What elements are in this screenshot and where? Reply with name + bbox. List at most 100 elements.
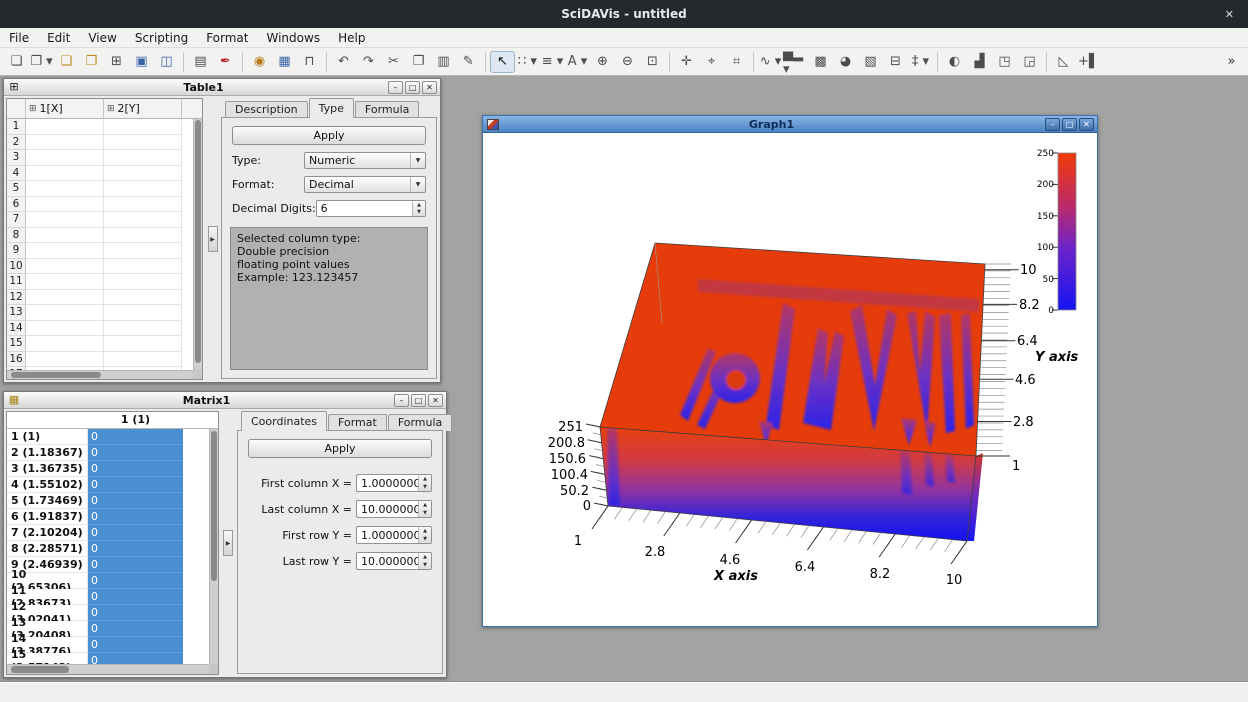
plot-line-icon[interactable]: ∿ ▾ [758, 51, 783, 73]
select-lines-icon[interactable]: ≡ ▾ [540, 51, 565, 73]
tab-description[interactable]: Description [225, 101, 308, 118]
append-project-icon[interactable]: ❒ [79, 51, 104, 73]
table1-titlebar[interactable]: ⊞ Table1 – □ ✕ [4, 79, 440, 96]
cell[interactable] [26, 119, 104, 135]
matrix-cell-selected[interactable]: 0 [88, 637, 183, 653]
menu-item[interactable]: View [79, 28, 125, 48]
tab-format[interactable]: Format [328, 414, 387, 431]
print-icon[interactable]: ▤ [188, 51, 213, 73]
cell[interactable] [104, 305, 182, 321]
pointer-icon[interactable]: ↖ [490, 51, 515, 73]
cell[interactable] [26, 274, 104, 290]
scrollbar-thumb[interactable] [211, 431, 217, 581]
draw-grid-icon[interactable]: ⌗ [724, 51, 749, 73]
tab-formula[interactable]: Formula [355, 101, 419, 118]
spin-up-button[interactable]: ▲ [419, 501, 431, 509]
scrollbar-thumb[interactable] [11, 666, 69, 673]
row-number[interactable]: 3 [7, 150, 26, 166]
save-project-icon[interactable]: ▣ [129, 51, 154, 73]
row-number[interactable]: 4 [7, 166, 26, 182]
matrix1-minimize-button[interactable]: – [394, 394, 409, 407]
coordinate-stepper[interactable]: 10.0000000 ▲ ▼ [356, 552, 432, 570]
table1-close-button[interactable]: ✕ [422, 81, 437, 94]
cell[interactable] [104, 212, 182, 228]
matrix-cell-selected[interactable]: 0 [88, 445, 183, 461]
app-titlebar[interactable]: SciDAVis - untitled ✕ [0, 0, 1248, 28]
cell[interactable] [104, 150, 182, 166]
splitter-collapse-button[interactable]: ▶ [223, 530, 233, 556]
matrix-row-header[interactable]: 8 (2.28571) [7, 541, 88, 557]
plot-image-icon[interactable]: ▩ [808, 51, 833, 73]
import-ascii-icon[interactable]: ⊞ [104, 51, 129, 73]
menu-item[interactable]: File [0, 28, 38, 48]
menu-item[interactable]: Scripting [126, 28, 197, 48]
matrix-row-header[interactable]: 4 (1.55102) [7, 477, 88, 493]
matrix-row-header[interactable]: 1 (1) [7, 429, 88, 445]
menu-item[interactable]: Windows [258, 28, 330, 48]
open-project-icon[interactable]: ❑ [54, 51, 79, 73]
matrix-cell-selected[interactable]: 0 [88, 605, 183, 621]
select-columns-icon[interactable]: ◺ [1051, 51, 1076, 73]
scrollbar-thumb[interactable] [195, 120, 201, 363]
select-data-range-icon[interactable]: ∷ ▾ [515, 51, 540, 73]
cell[interactable] [26, 181, 104, 197]
plot-3d-surface-icon[interactable]: ◐ [942, 51, 967, 73]
matrix-cell-selected[interactable]: 0 [88, 541, 183, 557]
tab-type[interactable]: Type [309, 98, 354, 118]
table1-minimize-button[interactable]: – [388, 81, 403, 94]
matrix-cell-selected[interactable]: 0 [88, 461, 183, 477]
cell[interactable] [26, 336, 104, 352]
matrix-cell-selected[interactable]: 0 [88, 621, 183, 637]
table1-maximize-button[interactable]: □ [405, 81, 420, 94]
save-project-as-icon[interactable]: ◫ [154, 51, 179, 73]
cell[interactable] [26, 352, 104, 368]
graph1-minimize-button[interactable]: – [1045, 118, 1060, 131]
paste-icon[interactable]: ▥ [431, 51, 456, 73]
matrix1-vertical-scrollbar[interactable] [209, 429, 218, 664]
row-number[interactable]: 2 [7, 135, 26, 151]
matrix1-titlebar[interactable]: ▦ Matrix1 – □ ✕ [4, 392, 446, 409]
plot-3d-ribbon-icon[interactable]: ▟ [967, 51, 992, 73]
cell[interactable] [104, 290, 182, 306]
coordinate-stepper[interactable]: 1.00000000 ▲ ▼ [356, 526, 432, 544]
plot-3d-trajectory-icon[interactable]: ◲ [1017, 51, 1042, 73]
matrix-row-header[interactable]: 6 (1.91837) [7, 509, 88, 525]
format-select[interactable]: Decimal ▼ [304, 176, 426, 193]
matrix1-grid[interactable]: 1 (1) 1 (1) 0 2 (1.18367) 0 [6, 411, 219, 675]
row-number[interactable]: 1 [7, 119, 26, 135]
row-number[interactable]: 13 [7, 305, 26, 321]
matrix-cell-selected[interactable]: 0 [88, 509, 183, 525]
matrix-cell-selected[interactable]: 0 [88, 557, 183, 573]
redo-icon[interactable]: ↷ [356, 51, 381, 73]
plot-bars-icon[interactable]: ▅▂ ▾ [783, 51, 808, 73]
cell[interactable] [104, 228, 182, 244]
cell[interactable] [26, 197, 104, 213]
matrix-cell-selected[interactable]: 0 [88, 477, 183, 493]
cell[interactable] [104, 181, 182, 197]
spin-down-button[interactable]: ▼ [413, 209, 425, 217]
cell[interactable] [26, 290, 104, 306]
matrix1-maximize-button[interactable]: □ [411, 394, 426, 407]
plot-3d-bars-icon[interactable]: ▧ [858, 51, 883, 73]
matrix-row-header[interactable]: 2 (1.18367) [7, 445, 88, 461]
apply-button[interactable]: Apply [248, 439, 432, 458]
matrix-cell-selected[interactable]: 0 [88, 429, 183, 445]
row-number[interactable]: 8 [7, 228, 26, 244]
cell[interactable] [104, 197, 182, 213]
menu-item[interactable]: Help [329, 28, 374, 48]
cell[interactable] [104, 243, 182, 259]
cell[interactable] [26, 150, 104, 166]
decimal-digits-stepper[interactable]: 6 ▲ ▼ [316, 200, 426, 217]
cell[interactable] [26, 135, 104, 151]
table1-vertical-scrollbar[interactable] [193, 119, 202, 370]
row-number[interactable]: 7 [7, 212, 26, 228]
tab-formula[interactable]: Formula [388, 414, 452, 431]
graph1-close-button[interactable]: ✕ [1079, 118, 1094, 131]
matrix-cell-selected[interactable]: 0 [88, 525, 183, 541]
screen-reader-icon[interactable]: ✛ [674, 51, 699, 73]
zoom-out-icon[interactable]: ⊖ [615, 51, 640, 73]
new-table-icon[interactable]: ❐ ▾ [29, 51, 54, 73]
matrix1-horizontal-scrollbar[interactable] [7, 664, 209, 674]
results-log-icon[interactable]: ▦ [272, 51, 297, 73]
row-number[interactable]: 15 [7, 336, 26, 352]
